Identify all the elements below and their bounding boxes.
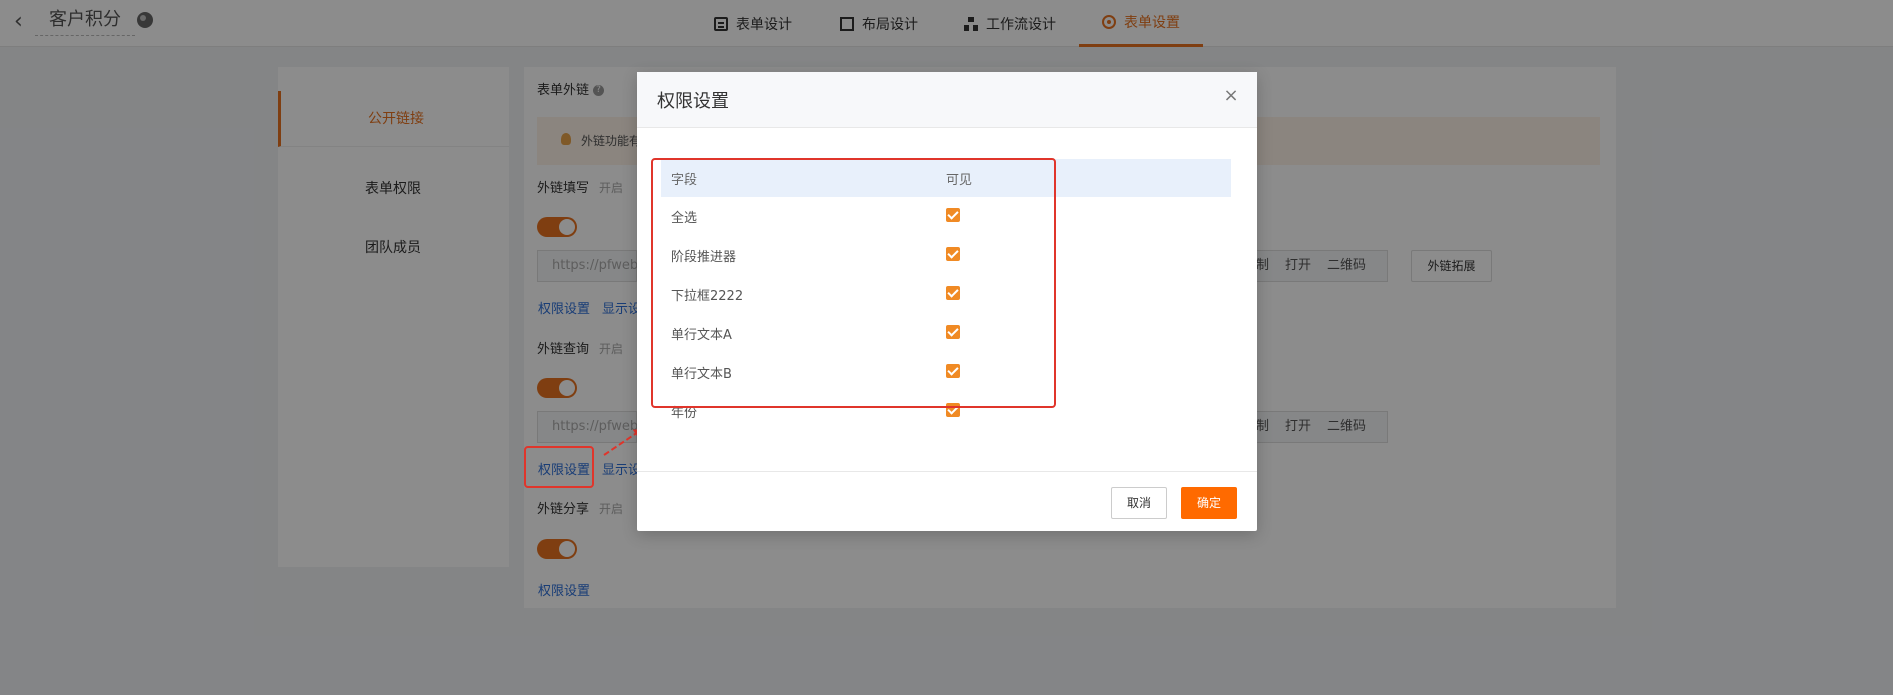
annotation-highlight-table [651, 158, 1056, 408]
close-icon[interactable]: × [1223, 87, 1239, 105]
cancel-button[interactable]: 取消 [1111, 487, 1167, 519]
permission-dialog: 权限设置 × 字段 可见 全选 阶段推进器 下拉框2222 单行文本A 单行文本… [637, 72, 1257, 531]
dialog-title: 权限设置 [657, 91, 729, 112]
annotation-highlight-link [524, 446, 594, 488]
dialog-header: 权限设置 × [637, 72, 1257, 128]
dialog-footer: 取消 确定 [637, 471, 1257, 531]
confirm-button[interactable]: 确定 [1181, 487, 1237, 519]
